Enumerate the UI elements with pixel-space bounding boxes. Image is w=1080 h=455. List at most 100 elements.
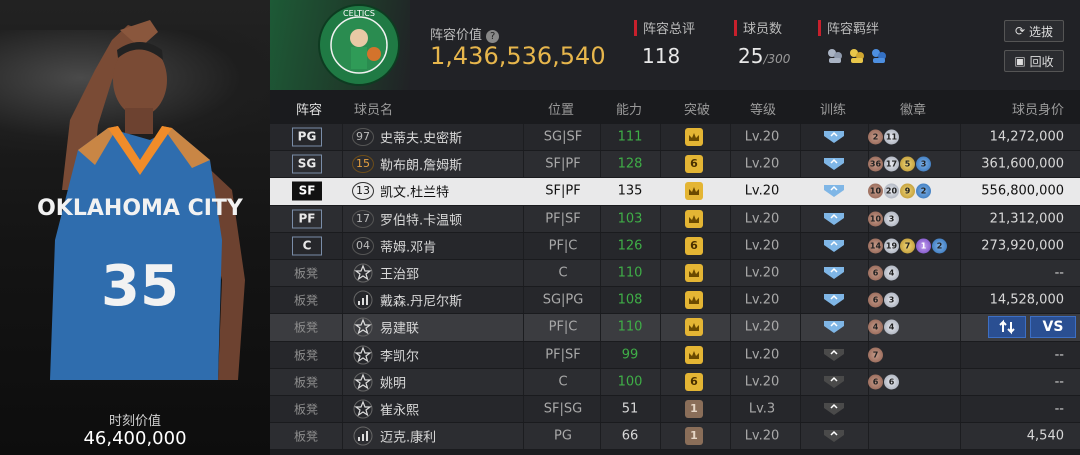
bench-slot[interactable]: 板凳 bbox=[294, 346, 318, 363]
player-name[interactable]: 李凯尔 bbox=[380, 345, 419, 364]
bench-slot[interactable]: 板凳 bbox=[294, 428, 318, 445]
training-shield-icon[interactable] bbox=[823, 239, 845, 253]
column-divider bbox=[800, 341, 801, 368]
bench-slot[interactable]: 板凳 bbox=[294, 292, 318, 309]
col-level[interactable]: 等级 bbox=[750, 99, 776, 118]
swap-button[interactable] bbox=[988, 316, 1026, 339]
recycle-icon: ▣ bbox=[1014, 54, 1026, 68]
breakthrough-level-badge: 1 bbox=[685, 427, 703, 446]
col-ability[interactable]: 能力 bbox=[616, 99, 642, 118]
col-badges[interactable]: 徽章 bbox=[900, 99, 926, 118]
player-name[interactable]: 蒂姆.邓肯 bbox=[380, 236, 436, 255]
col-breakthrough[interactable]: 突破 bbox=[684, 99, 710, 118]
table-row[interactable]: 板凳 戴森.丹尼尔斯 SG|PG 108 Lv.20 6 3 14,528,000 bbox=[270, 287, 1080, 315]
badge-group[interactable]: 10 3 bbox=[868, 211, 899, 227]
col-training[interactable]: 训练 bbox=[820, 99, 846, 118]
player-name[interactable]: 史蒂夫.史密斯 bbox=[380, 128, 462, 147]
player-value: 14,272,000 bbox=[989, 129, 1064, 145]
player-name[interactable]: 迈克.康利 bbox=[380, 427, 436, 446]
badge-group[interactable]: 66 bbox=[868, 374, 899, 390]
training-shield-icon[interactable] bbox=[823, 266, 845, 280]
table-row[interactable]: 板凳 王治郅 C 110 Lv.20 6 4 -- bbox=[270, 259, 1080, 288]
position-slot-badge[interactable]: C bbox=[292, 236, 322, 256]
training-shield-icon[interactable] bbox=[823, 320, 845, 334]
player-level: Lv.20 bbox=[744, 211, 780, 227]
badge-group[interactable]: 2 11 bbox=[868, 129, 899, 145]
bench-slot[interactable]: 板凳 bbox=[294, 400, 318, 417]
badge-group[interactable]: 7 bbox=[868, 347, 883, 363]
table-row[interactable]: PF 17 罗伯特.卡温顿 PF|SF 103 Lv.20 10 3 21,312,000 bbox=[270, 205, 1080, 233]
training-shield-icon[interactable] bbox=[823, 184, 845, 198]
badge-silver-icon: 20 bbox=[884, 183, 899, 199]
training-shield-icon[interactable] bbox=[823, 348, 845, 362]
col-position[interactable]: 位置 bbox=[548, 99, 574, 118]
column-divider bbox=[800, 205, 801, 232]
badge-group[interactable]: 10 20 9 2 bbox=[868, 183, 931, 199]
table-row[interactable]: SF 13 凯文.杜兰特 SF|PF 135 Lv.20 10 20 9 2 556,800,000 bbox=[270, 178, 1080, 206]
player-name[interactable]: 凯文.杜兰特 bbox=[380, 182, 449, 201]
player-name[interactable]: 易建联 bbox=[380, 318, 419, 337]
bond-icons[interactable] bbox=[826, 48, 888, 64]
lineup-table: PG 97 史蒂夫.史密斯 SG|SF 111 Lv.20 2 11 14,272,000 SG 1… bbox=[270, 124, 1080, 451]
bond-icon-blue[interactable] bbox=[870, 48, 888, 64]
training-shield-icon[interactable] bbox=[823, 375, 845, 389]
col-lineup[interactable]: 阵容 bbox=[296, 99, 322, 118]
badge-group[interactable]: 64 bbox=[868, 265, 899, 281]
training-shield-icon[interactable] bbox=[823, 212, 845, 226]
recycle-button[interactable]: ▣ 回收 bbox=[1004, 50, 1064, 72]
bond-icon-silver[interactable] bbox=[826, 48, 844, 64]
position-slot-badge[interactable]: SF bbox=[292, 181, 322, 201]
breakthrough-level-badge: 6 bbox=[685, 372, 703, 391]
badge-bronze-icon: 10 bbox=[868, 183, 883, 199]
bench-slot[interactable]: 板凳 bbox=[294, 319, 318, 336]
table-row[interactable]: SG 15 勒布朗.詹姆斯 SF|PF 128 6 Lv.20 36 17 5 3 361,600,0… bbox=[270, 151, 1080, 179]
player-position: PF|SF bbox=[545, 211, 581, 227]
bench-slot[interactable]: 板凳 bbox=[294, 373, 318, 390]
position-slot-badge[interactable]: PG bbox=[292, 127, 322, 147]
training-shield-icon[interactable] bbox=[823, 130, 845, 144]
player-position: PF|C bbox=[548, 238, 578, 254]
bench-slot[interactable]: 板凳 bbox=[294, 265, 318, 282]
training-shield-icon[interactable] bbox=[823, 402, 845, 416]
bond-icon-gold[interactable] bbox=[848, 48, 866, 64]
player-level: Lv.20 bbox=[744, 319, 780, 335]
badge-bronze-icon: 6 bbox=[868, 265, 883, 281]
table-row[interactable]: 板凳 姚明 C 100 6 Lv.20 6 6 -- bbox=[270, 368, 1080, 396]
player-name[interactable]: 罗伯特.卡温顿 bbox=[380, 209, 462, 228]
training-shield-icon[interactable] bbox=[823, 157, 845, 171]
table-row[interactable]: 板凳 易建联 PF|C 110 Lv.20 4 4 VS bbox=[270, 314, 1080, 342]
position-slot-badge[interactable]: PF bbox=[292, 209, 322, 229]
svg-text:CELTICS: CELTICS bbox=[343, 9, 375, 18]
jersey-number-badge: 97 bbox=[352, 128, 374, 147]
column-divider bbox=[960, 368, 961, 395]
signal-bars-icon bbox=[353, 426, 373, 446]
compare-vs-button[interactable]: VS bbox=[1030, 316, 1076, 339]
column-divider bbox=[960, 314, 961, 341]
table-row[interactable]: 板凳 李凯尔 PF|SF 99 Lv.20 7 -- bbox=[270, 341, 1080, 369]
badge-group[interactable]: 36 17 5 3 bbox=[868, 156, 931, 172]
col-value[interactable]: 球员身价 bbox=[1012, 99, 1064, 118]
player-name[interactable]: 戴森.丹尼尔斯 bbox=[380, 291, 462, 310]
player-name[interactable]: 勒布朗.詹姆斯 bbox=[380, 155, 462, 174]
table-row[interactable]: 板凳 崔永熙 SF|SG 51 1 Lv.3 -- bbox=[270, 395, 1080, 424]
table-row[interactable]: C 04 蒂姆.邓肯 PF|C 126 6 Lv.20 14 19 7 1 2 273,920,000 bbox=[270, 232, 1080, 260]
badge-bronze-icon: 14 bbox=[868, 238, 883, 254]
table-row[interactable]: 板凳 迈克.康利 PG 66 1 Lv.20 4,540 bbox=[270, 423, 1080, 451]
badge-group[interactable]: 14 19 7 1 2 bbox=[868, 238, 947, 254]
training-shield-icon[interactable] bbox=[823, 429, 845, 443]
col-name[interactable]: 球员名 bbox=[354, 99, 393, 118]
position-slot-badge[interactable]: SG bbox=[292, 154, 322, 174]
player-ability: 100 bbox=[617, 374, 643, 390]
player-name[interactable]: 姚明 bbox=[380, 372, 406, 391]
badge-group[interactable]: 44 bbox=[868, 319, 899, 335]
celtics-logo-icon: CELTICS bbox=[318, 4, 400, 86]
training-shield-icon[interactable] bbox=[823, 293, 845, 307]
player-name[interactable]: 王治郅 bbox=[380, 264, 419, 283]
table-row[interactable]: PG 97 史蒂夫.史密斯 SG|SF 111 Lv.20 2 11 14,272,000 bbox=[270, 124, 1080, 152]
badge-group[interactable]: 63 bbox=[868, 292, 899, 308]
column-divider bbox=[960, 124, 961, 151]
badge-bronze-icon: 36 bbox=[868, 156, 883, 172]
filter-button[interactable]: ⟳ 选拔 bbox=[1004, 20, 1064, 42]
player-value: -- bbox=[1054, 374, 1064, 390]
player-name[interactable]: 崔永熙 bbox=[380, 399, 419, 418]
